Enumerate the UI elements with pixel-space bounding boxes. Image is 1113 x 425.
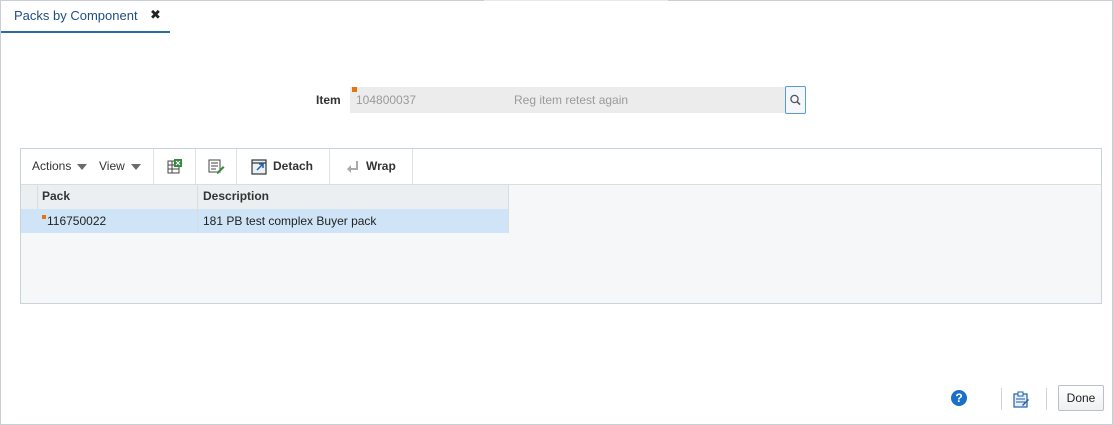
- chevron-down-icon: [130, 163, 141, 170]
- tab-title: Packs by Component: [14, 8, 138, 23]
- export-to-excel-icon: [167, 159, 182, 174]
- edit-rows-icon: [208, 159, 225, 174]
- column-header-description[interactable]: Description: [203, 189, 269, 203]
- clipboard-icon: [1013, 391, 1029, 408]
- column-divider: [197, 185, 198, 233]
- pack-cell: 116750022: [47, 214, 107, 228]
- edit-table-button[interactable]: [208, 158, 225, 178]
- actions-menu[interactable]: Actions: [32, 159, 88, 173]
- close-icon[interactable]: ✖: [150, 7, 161, 23]
- table-row[interactable]: 116750022 181 PB test complex Buyer pack: [21, 209, 509, 233]
- view-menu[interactable]: View: [99, 159, 141, 173]
- item-description: Reg item retest again: [514, 93, 629, 107]
- toolbar-separator: [153, 149, 154, 184]
- wrap-label[interactable]: Wrap: [366, 159, 396, 173]
- toolbar-separator: [195, 149, 196, 184]
- required-marker: [42, 215, 46, 219]
- table-toolbar: Actions View Detach Wrap: [21, 149, 1101, 185]
- actions-label: Actions: [32, 159, 72, 173]
- required-marker: [352, 87, 357, 92]
- detach-label[interactable]: Detach: [273, 159, 313, 173]
- help-icon[interactable]: ?: [951, 390, 967, 406]
- view-label: View: [99, 159, 125, 173]
- chevron-down-icon: [77, 163, 88, 170]
- search-icon: [790, 94, 801, 106]
- item-value: 104800037: [356, 93, 417, 107]
- divider: [484, 0, 668, 1]
- footer-separator: [1001, 388, 1002, 410]
- packs-table-panel: Actions View Detach Wrap Pack Descriptio…: [20, 148, 1102, 304]
- export-button[interactable]: [167, 158, 183, 178]
- item-search-button[interactable]: [785, 86, 806, 114]
- toolbar-separator: [236, 149, 237, 184]
- tab-strip: Packs by Component ✖: [0, 0, 1111, 33]
- detach-icon: [251, 159, 267, 175]
- toolbar-separator: [329, 149, 330, 184]
- description-cell: 181 PB test complex Buyer pack: [203, 214, 377, 228]
- toolbar-separator: [412, 149, 413, 184]
- tab-packs-by-component[interactable]: Packs by Component ✖: [1, 0, 170, 33]
- item-label: Item: [316, 93, 341, 107]
- column-divider: [508, 185, 509, 233]
- column-header-pack[interactable]: Pack: [42, 189, 70, 203]
- notes-button[interactable]: [1012, 390, 1030, 411]
- footer-separator: [1046, 388, 1047, 410]
- wrap-icon: [347, 161, 358, 173]
- done-button[interactable]: Done: [1058, 385, 1104, 411]
- detach-button[interactable]: [251, 158, 268, 175]
- wrap-button[interactable]: [345, 159, 361, 178]
